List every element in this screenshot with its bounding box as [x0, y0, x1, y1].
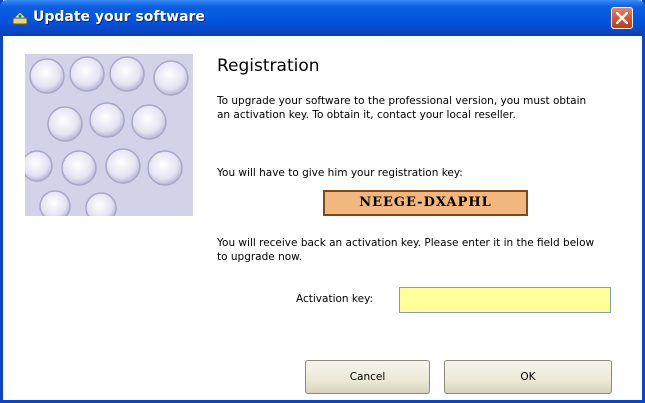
- activation-key-label: Activation key:: [296, 293, 374, 305]
- window-title: Update your software: [33, 9, 205, 25]
- intro-text: To upgrade your software to the professi…: [217, 95, 587, 121]
- ok-button[interactable]: OK: [444, 360, 612, 394]
- keyboard-keys-art: [25, 54, 193, 216]
- registration-heading: Registration: [217, 56, 320, 76]
- give-key-text: You will have to give him your registrat…: [217, 167, 463, 179]
- activation-key-input[interactable]: [399, 287, 611, 313]
- dialog-body: Registration To upgrade your software to…: [3, 36, 642, 400]
- app-icon: [11, 9, 29, 27]
- update-dialog: Update your software Registration To upg…: [0, 0, 645, 403]
- title-bar[interactable]: Update your software: [0, 0, 645, 36]
- cancel-button[interactable]: Cancel: [305, 360, 430, 394]
- close-icon: [616, 12, 628, 24]
- receive-text: You will receive back an activation key.…: [217, 237, 595, 263]
- close-button[interactable]: [611, 7, 633, 29]
- registration-key: NEEGE-DXAPHL: [323, 190, 528, 216]
